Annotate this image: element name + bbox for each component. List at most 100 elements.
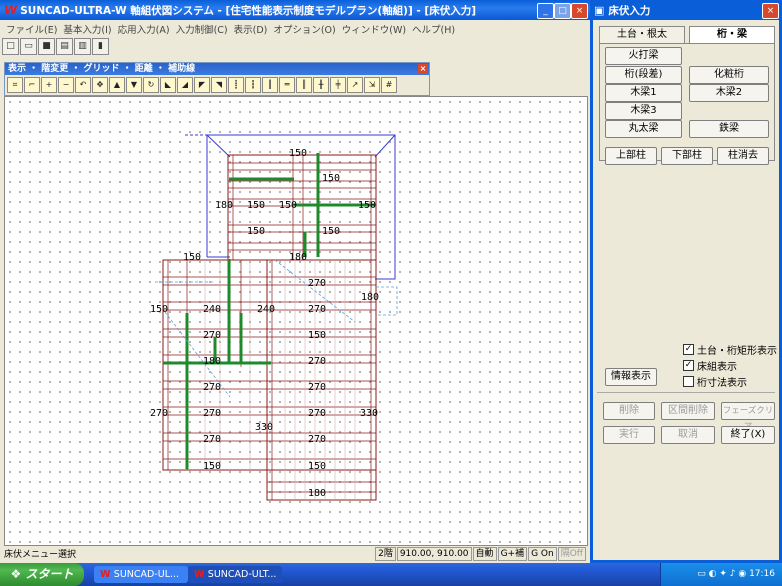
delete-button[interactable]: 削除 [603, 402, 655, 420]
cancel-button[interactable]: 取消 [661, 426, 715, 444]
step-girder-button[interactable]: 桁(段差) [605, 66, 682, 84]
view-toolbar-title[interactable]: 表示 ・ 階変更 ・ グリッド ・ 距離 ・ 補助線 × [5, 63, 429, 75]
start-button[interactable]: ❖ スタート [0, 563, 84, 586]
pan-icon[interactable]: ✥ [92, 77, 108, 93]
windows-flag-icon: ❖ [10, 567, 26, 581]
status-grid-plus[interactable]: G+補 [497, 546, 528, 561]
info-display-button[interactable]: 情報表示 [605, 368, 657, 386]
grid-toggle-2-icon[interactable]: ◢ [177, 77, 193, 93]
grid-toggle-4-icon[interactable]: ◥ [211, 77, 227, 93]
open-folder-icon[interactable]: ▭ [20, 38, 37, 55]
taskbar-item-suncad-1[interactable]: W SUNCAD-UL... [94, 566, 188, 583]
grid-pattern-5-icon[interactable]: ║ [296, 77, 312, 93]
zoom-out-icon[interactable]: − [58, 77, 74, 93]
log-beam-button[interactable]: 丸太梁 [605, 120, 682, 138]
decorative-girder-button[interactable]: 化粧桁 [689, 66, 769, 84]
preview-icon[interactable]: ▥ [74, 38, 91, 55]
maximize-button[interactable]: □ [554, 3, 571, 19]
new-file-icon[interactable]: □ [2, 38, 19, 55]
hiuchi-beam-button[interactable]: 火打梁 [605, 47, 682, 65]
grid-pattern-7-icon[interactable]: ╪ [330, 77, 346, 93]
finish-button[interactable]: 終了(X) [721, 426, 775, 444]
status-snap[interactable]: 隔Off [557, 546, 586, 561]
phase-clear-button[interactable]: フェーズクリア [721, 402, 775, 432]
save-icon[interactable]: ■ [38, 38, 55, 55]
floor-up-icon[interactable]: ▲ [109, 77, 125, 93]
grid-pattern-3-icon[interactable]: ┃ [262, 77, 278, 93]
drawing-canvas[interactable]: 150 150 180 150 150 150 150 150 150 180 … [4, 96, 588, 546]
suncad-icon: W [100, 569, 114, 580]
dim-label: 270 [308, 356, 326, 367]
grid-toggle-3-icon[interactable]: ◤ [194, 77, 210, 93]
main-titlebar[interactable]: W SUNCAD-ULTRA-W 軸組伏図システム - [住宅性能表示制度モデル… [0, 0, 590, 20]
taskbar-item-suncad-2[interactable]: W SUNCAD-ULT... [188, 566, 282, 583]
show-sill-rect-checkbox[interactable]: ✓ 土台・桁矩形表示 [683, 342, 777, 357]
dim-label: 270 [308, 408, 326, 419]
panel-close-button[interactable]: × [762, 3, 779, 19]
dim-label: 180 [361, 292, 379, 303]
dim-label: 270 [150, 408, 168, 419]
app-logo-icon: W [4, 3, 18, 17]
minimize-button[interactable]: _ [537, 3, 554, 19]
grid-pattern-2-icon[interactable]: ┇ [245, 77, 261, 93]
status-grid-on[interactable]: G On [528, 546, 557, 561]
measure-icon[interactable]: ↗ [347, 77, 363, 93]
upper-column-button[interactable]: 上部柱 [605, 147, 657, 165]
floor-joist-frame [162, 154, 377, 501]
panel-titlebar[interactable]: ▣ 床伏入力 [590, 0, 782, 20]
lower-column-button[interactable]: 下部柱 [661, 147, 713, 165]
delete-column-button[interactable]: 柱消去 [717, 147, 769, 165]
view-toolbar-close-icon[interactable]: × [418, 64, 428, 74]
tray-icons[interactable]: ▭ ◐ ✦ ♪ ◉ [697, 569, 749, 579]
system-tray: ▭ ◐ ✦ ♪ ◉ 17:16 [660, 563, 782, 586]
dim-label: 150 [247, 226, 265, 237]
taskbar: ❖ スタート W SUNCAD-UL... W SUNCAD-ULT... ▭ … [0, 563, 782, 586]
grid-pattern-4-icon[interactable]: ═ [279, 77, 295, 93]
checkbox-label: 土台・桁矩形表示 [697, 346, 777, 357]
dim-label: 150 [247, 200, 265, 211]
wood-beam-2-button[interactable]: 木梁2 [689, 84, 769, 102]
wood-beam-1-button[interactable]: 木梁1 [605, 84, 682, 102]
menu-help[interactable]: ヘルプ(H) [412, 22, 455, 36]
menu-applied-input[interactable]: 応用入力(A) [118, 22, 170, 36]
tab-sill-joist[interactable]: 土台・根太 [599, 26, 685, 44]
menu-file[interactable]: ファイル(E) [6, 22, 57, 36]
steel-beam-button[interactable]: 鉄梁 [689, 120, 769, 138]
dim-label: 150 [308, 330, 326, 341]
wood-beam-3-button[interactable]: 木梁3 [605, 102, 682, 120]
run-button[interactable]: 実行 [603, 426, 655, 444]
view-toolbar-label: 表示 ・ 階変更 ・ グリッド ・ 距離 ・ 補助線 [8, 64, 196, 74]
show-floor-frame-checkbox[interactable]: ✓ 床組表示 [683, 358, 737, 373]
show-girder-dim-checkbox[interactable]: 桁寸法表示 [683, 374, 747, 389]
fit-view-icon[interactable]: ⌗ [7, 77, 23, 93]
floor-down-icon[interactable]: ▼ [126, 77, 142, 93]
range-delete-button[interactable]: 区間削除 [661, 402, 715, 420]
status-message: 床伏メニュー選択 [4, 550, 77, 560]
aux-line-icon[interactable]: # [381, 77, 397, 93]
menu-input-control[interactable]: 入力制御(C) [176, 22, 228, 36]
redraw-icon[interactable]: ↻ [143, 77, 159, 93]
distance-icon[interactable]: ⇲ [364, 77, 380, 93]
print-icon[interactable]: ▤ [56, 38, 73, 55]
menu-window[interactable]: ウィンドウ(W) [342, 22, 406, 36]
grid-toggle-1-icon[interactable]: ◣ [160, 77, 176, 93]
dim-label: 150 [289, 148, 307, 159]
grid-pattern-1-icon[interactable]: ┋ [228, 77, 244, 93]
grid-pattern-6-icon[interactable]: ╫ [313, 77, 329, 93]
guide-lines [155, 259, 398, 398]
dim-label: 180 [215, 200, 233, 211]
status-mode[interactable]: 自動 [472, 546, 497, 561]
menu-view[interactable]: 表示(D) [234, 22, 268, 36]
dimension-labels: 150 150 180 150 150 150 150 150 150 180 … [150, 148, 379, 499]
report-icon[interactable]: ▮ [92, 38, 109, 55]
zoom-in-icon[interactable]: + [41, 77, 57, 93]
dim-label: 180 [203, 356, 221, 367]
taskbar-item-label: SUNCAD-ULT... [207, 569, 277, 580]
zoom-prev-icon[interactable]: ↶ [75, 77, 91, 93]
tab-beam[interactable]: 桁・梁 [689, 26, 775, 44]
view-toolbar: 表示 ・ 階変更 ・ グリッド ・ 距離 ・ 補助線 × ⌗ ⌐ + − ↶ ✥… [4, 62, 430, 96]
zoom-window-icon[interactable]: ⌐ [24, 77, 40, 93]
close-button[interactable]: × [571, 3, 588, 19]
menu-options[interactable]: オプション(O) [273, 22, 335, 36]
menu-basic-input[interactable]: 基本入力(I) [63, 22, 111, 36]
